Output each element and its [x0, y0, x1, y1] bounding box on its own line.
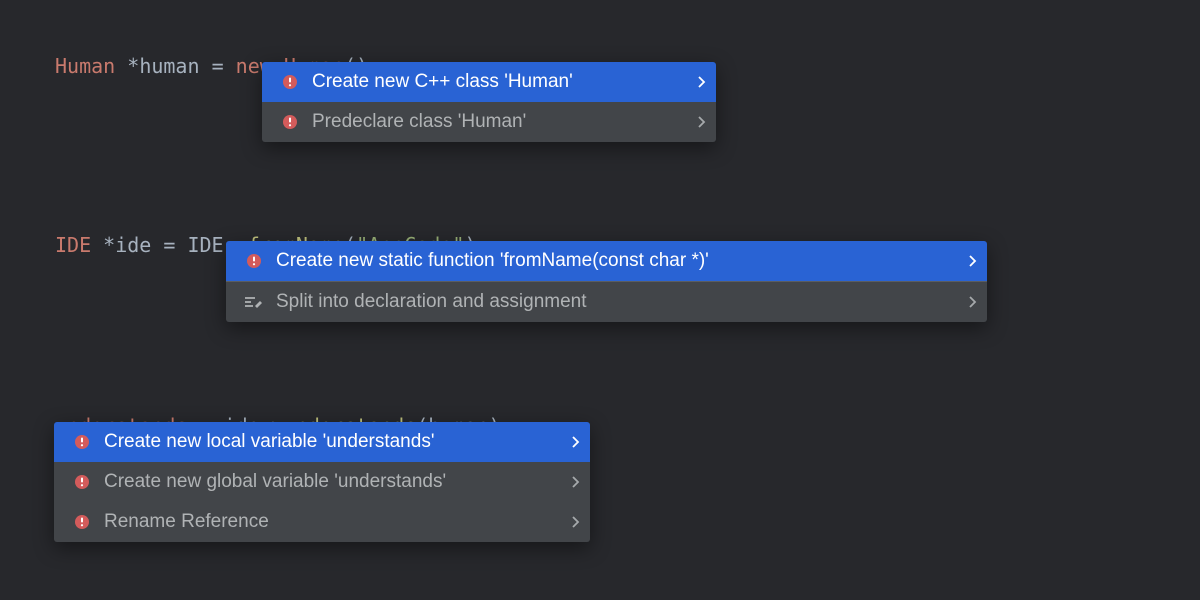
intention-label: Create new C++ class 'Human' — [312, 71, 682, 93]
token-type: IDE — [55, 233, 91, 257]
intention-item-rename-reference[interactable]: Rename Reference — [54, 502, 590, 542]
lightbulb-error-icon — [278, 74, 302, 90]
intention-item-create-static-fn[interactable]: Create new static function 'fromName(con… — [226, 241, 987, 281]
intention-label: Create new static function 'fromName(con… — [276, 250, 953, 272]
lightbulb-error-icon — [70, 474, 94, 490]
lightbulb-error-icon — [278, 114, 302, 130]
chevron-right-icon — [698, 116, 706, 128]
intention-label: Rename Reference — [104, 511, 556, 533]
lightbulb-error-icon — [70, 434, 94, 450]
token-var: ide — [115, 233, 151, 257]
intention-popup-3: Create new local variable 'understands' … — [54, 422, 590, 542]
intention-item-predeclare[interactable]: Predeclare class 'Human' — [262, 102, 716, 142]
chevron-right-icon — [572, 476, 580, 488]
lightbulb-error-icon — [242, 253, 266, 269]
intention-label: Create new local variable 'understands' — [104, 431, 556, 453]
token-assign: = — [151, 233, 187, 257]
token-class: IDE — [187, 233, 223, 257]
intention-popup-1: Create new C++ class 'Human' Predeclare … — [262, 62, 716, 142]
token-type: Human — [55, 54, 115, 78]
intention-item-split-declaration[interactable]: Split into declaration and assignment — [226, 282, 987, 322]
chevron-right-icon — [572, 516, 580, 528]
intention-label: Create new global variable 'understands' — [104, 471, 556, 493]
token-assign: = — [200, 54, 236, 78]
intention-label: Split into declaration and assignment — [276, 291, 953, 313]
token-star: * — [115, 54, 139, 78]
intention-item-create-class[interactable]: Create new C++ class 'Human' — [262, 62, 716, 102]
lightbulb-error-icon — [70, 514, 94, 530]
intention-popup-2: Create new static function 'fromName(con… — [226, 241, 987, 322]
intention-label: Predeclare class 'Human' — [312, 111, 682, 133]
token-star: * — [91, 233, 115, 257]
intention-item-create-global-var[interactable]: Create new global variable 'understands' — [54, 462, 590, 502]
edit-icon — [242, 295, 266, 309]
chevron-right-icon — [969, 296, 977, 308]
chevron-right-icon — [698, 76, 706, 88]
token-var: human — [139, 54, 199, 78]
chevron-right-icon — [572, 436, 580, 448]
chevron-right-icon — [969, 255, 977, 267]
intention-item-create-local-var[interactable]: Create new local variable 'understands' — [54, 422, 590, 462]
